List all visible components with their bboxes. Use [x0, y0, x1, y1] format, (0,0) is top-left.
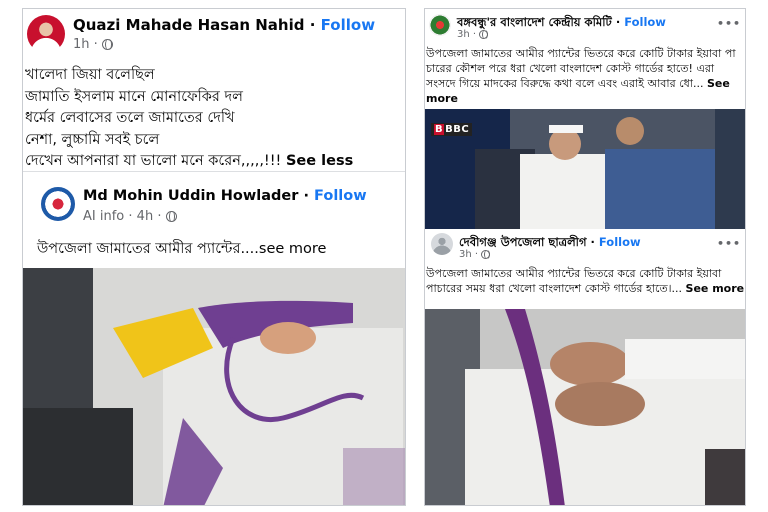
post-line: চারের কৌশল পরে ধরা খেলো বাংলাদেশ কোস্ট গ… — [426, 62, 715, 75]
shared-author-name[interactable]: Md Mohin Uddin Howlader · Follow — [83, 188, 367, 204]
post-body: খালেদা জিয়া বলেছিল জামাতি ইসলাম মানে মো… — [25, 65, 353, 173]
bbc-badge-text: BBC — [445, 124, 470, 135]
photo-illustration — [425, 309, 745, 505]
author-avatar[interactable] — [27, 15, 65, 53]
post-time[interactable]: 3h — [457, 29, 470, 40]
see-more-link[interactable]: see more — [259, 241, 327, 257]
post-photo[interactable]: B BBC — [425, 109, 745, 229]
second-see-more-link[interactable]: See more — [686, 282, 745, 295]
post-line-last: দেখেন আপনারা যা ভালো মনে করেন,,,,,!!! Se… — [25, 151, 353, 173]
shared-post-meta: AI info · 4h · — [83, 209, 177, 224]
second-post-time[interactable]: 3h — [459, 249, 472, 260]
shared-post-text: উপজেলা জামাতের আমীর প্যান্টের.... — [37, 241, 259, 257]
post-time[interactable]: 1h — [73, 37, 90, 52]
globe-icon — [479, 29, 489, 39]
right-post-screenshot: বঙ্গবন্ধু'র বাংলাদেশ কেন্দ্রীয় কমিটি · … — [424, 8, 746, 506]
second-more-options-icon[interactable]: ••• — [717, 237, 741, 250]
separator-dot: · — [474, 249, 479, 260]
see-less-link[interactable]: See less — [286, 153, 353, 169]
photo-illustration — [23, 268, 405, 505]
post-line: জামাতি ইসলাম মানে মোনাফেকির দল — [25, 88, 243, 105]
author-name[interactable]: Quazi Mahade Hasan Nahid · Follow — [73, 16, 375, 34]
post-line: দেখেন আপনারা যা ভালো মনে করেন,,,,,!!! — [25, 153, 282, 169]
shared-author-avatar[interactable] — [41, 187, 75, 221]
shared-author-name-text[interactable]: Md Mohin Uddin Howlader — [83, 188, 298, 204]
second-post-line-last: পাচারের সময় ধরা খেলো বাংলাদেশ কোস্ট গার… — [426, 281, 744, 296]
post-line: সংসদে গিয়ে মাদকের বিরুদ্ধে কথা বলে এবং … — [426, 77, 704, 90]
separator-dot: · — [93, 37, 98, 52]
second-post-body: উপজেলা জামাতের আমীর প্যান্টের ভিতরে করে … — [426, 266, 744, 296]
post-body: উপজেলা জামাতের আমীর প্যান্টের ভিতরে করে … — [426, 46, 736, 106]
separator-dot: · — [590, 235, 595, 249]
second-post-meta: 3h · — [459, 249, 491, 260]
post-line: উপজেলা জামাতের আমীর প্যান্টের ভিতরে করে … — [426, 47, 736, 60]
post-line: ধর্মের লেবাসের তলে জামাতের দেখি — [25, 110, 235, 126]
separator-dot: · — [615, 15, 621, 29]
globe-icon — [481, 249, 491, 259]
post-meta: 3h · — [457, 29, 489, 40]
page-name-text[interactable]: বঙ্গবন্ধু'র বাংলাদেশ কেন্দ্রীয় কমিটি — [457, 15, 612, 29]
second-follow-button[interactable]: Follow — [599, 235, 641, 249]
separator-dot: · — [157, 209, 162, 224]
page-avatar[interactable] — [429, 14, 451, 36]
post-line: খালেদা জিয়া বলেছিল — [25, 67, 155, 83]
more-link[interactable]: more — [426, 91, 736, 106]
photo-illustration — [425, 109, 745, 229]
see-link[interactable]: See — [707, 77, 730, 90]
separator-dot: · — [309, 16, 316, 34]
separator-dot: · — [303, 188, 309, 204]
bbc-badge: B BBC — [431, 123, 473, 136]
globe-icon — [165, 211, 177, 222]
post-meta: 1h · — [73, 37, 113, 52]
author-name-text[interactable]: Quazi Mahade Hasan Nahid — [73, 16, 305, 34]
second-post-line: পাচারের সময় ধরা খেলো বাংলাদেশ কোস্ট গার… — [426, 282, 683, 295]
bbc-badge-b: B — [434, 124, 445, 135]
follow-button[interactable]: Follow — [624, 15, 666, 29]
shared-follow-button[interactable]: Follow — [314, 188, 367, 204]
shared-post-body: উপজেলা জামাতের আমীর প্যান্টের....see mor… — [37, 238, 326, 262]
globe-icon — [101, 39, 113, 50]
ai-info-label[interactable]: AI info — [83, 209, 124, 224]
second-post-line: উপজেলা জামাতের আমীর প্যান্টের ভিতরে করে … — [426, 267, 722, 280]
left-post-screenshot: Quazi Mahade Hasan Nahid · Follow 1h · খ… — [22, 8, 406, 506]
shared-post-card[interactable]: Md Mohin Uddin Howlader · Follow AI info… — [23, 171, 405, 505]
second-author-name-text[interactable]: দেবীগঞ্জ উপজেলা ছাত্রলীগ — [459, 235, 587, 249]
more-options-icon[interactable]: ••• — [717, 17, 741, 30]
page-name[interactable]: বঙ্গবন্ধু'র বাংলাদেশ কেন্দ্রীয় কমিটি · … — [457, 14, 666, 33]
post-line-third: সংসদে গিয়ে মাদকের বিরুদ্ধে কথা বলে এবং … — [426, 76, 736, 91]
separator-dot: · — [472, 29, 477, 40]
post-line: নেশা, লুচ্চামি সবই চলে — [25, 131, 160, 148]
separator-dot: · — [128, 209, 133, 224]
second-author-avatar[interactable] — [431, 233, 453, 255]
post-photo[interactable] — [23, 268, 405, 505]
follow-button[interactable]: Follow — [321, 16, 375, 34]
shared-post-time[interactable]: 4h — [137, 209, 154, 224]
second-post-photo[interactable] — [425, 309, 745, 505]
